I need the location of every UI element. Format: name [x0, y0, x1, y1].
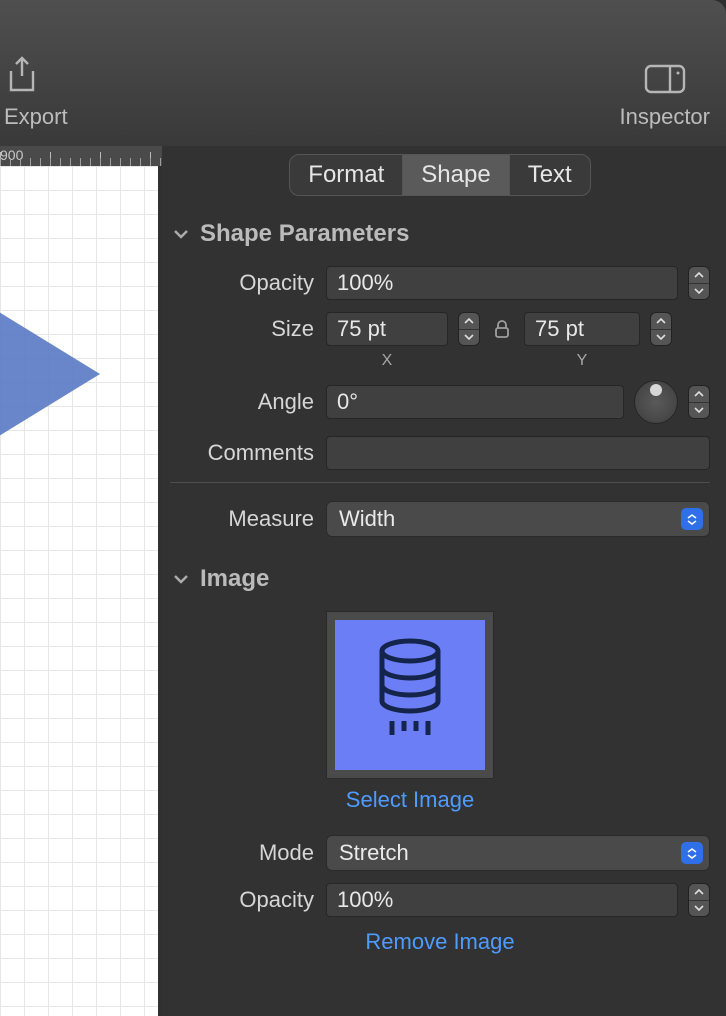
image-title: Image	[200, 565, 269, 593]
select-image-button[interactable]: Select Image	[326, 787, 494, 813]
angle-field[interactable]: 0°	[326, 385, 624, 419]
export-icon	[4, 56, 40, 94]
shape-params-title: Shape Parameters	[200, 220, 409, 248]
measure-label: Measure	[170, 506, 326, 532]
opacity-stepper[interactable]	[688, 266, 710, 300]
size-y-field[interactable]: 75 pt	[524, 312, 640, 346]
angle-label: Angle	[170, 389, 326, 415]
export-label: Export	[4, 104, 68, 130]
image-opacity-field[interactable]: 100%	[326, 883, 678, 917]
ruler-ticks-minor	[0, 158, 162, 166]
axis-y-label: Y	[524, 352, 640, 370]
stepper-up-icon[interactable]	[459, 313, 479, 330]
inspector-label: Inspector	[620, 104, 711, 130]
stepper-down-icon[interactable]	[459, 330, 479, 346]
row-image-opacity: Opacity 100%	[170, 883, 710, 917]
image-well[interactable]	[326, 611, 494, 779]
measure-value: Width	[339, 506, 395, 532]
divider	[170, 482, 710, 483]
select-arrows-icon	[681, 842, 703, 864]
image-mode-value: Stretch	[339, 840, 409, 866]
chevron-down-icon	[172, 570, 190, 588]
size-x-stepper[interactable]	[458, 312, 480, 346]
lock-icon[interactable]	[490, 319, 514, 339]
canvas-column: 900	[0, 146, 162, 1016]
export-button[interactable]: Export	[0, 56, 68, 130]
size-y-stepper[interactable]	[650, 312, 672, 346]
inspector-icon	[644, 64, 686, 94]
row-angle: Angle 0°	[170, 380, 710, 424]
ruler[interactable]: 900	[0, 146, 162, 166]
image-preview	[335, 620, 485, 770]
axis-x-label: X	[326, 352, 448, 370]
image-opacity-stepper[interactable]	[688, 883, 710, 917]
inspector-panel: Format Shape Text Shape Parameters Opaci…	[162, 146, 726, 1016]
remove-image-button[interactable]: Remove Image	[170, 929, 710, 955]
angle-dial[interactable]	[634, 380, 678, 424]
row-image-mode: Mode Stretch	[170, 835, 710, 871]
image-mode-select[interactable]: Stretch	[326, 835, 710, 871]
size-label: Size	[170, 316, 326, 342]
comments-label: Comments	[170, 440, 326, 466]
stepper-down-icon[interactable]	[689, 901, 709, 917]
section-shape-parameters: Shape Parameters Opacity 100% Size 75 pt	[170, 220, 710, 537]
stepper-up-icon[interactable]	[689, 386, 709, 403]
select-arrows-icon	[681, 508, 703, 530]
measure-select[interactable]: Width	[326, 501, 710, 537]
database-icon	[364, 635, 456, 755]
tab-format[interactable]: Format	[290, 155, 403, 195]
stepper-up-icon[interactable]	[651, 313, 671, 330]
row-comments: Comments	[170, 436, 710, 470]
comments-field[interactable]	[326, 436, 710, 470]
row-measure: Measure Width	[170, 501, 710, 537]
chevron-down-icon	[172, 225, 190, 243]
shape-params-header[interactable]: Shape Parameters	[172, 220, 710, 248]
tab-shape[interactable]: Shape	[403, 155, 509, 195]
toolbar: Export Inspector	[0, 0, 726, 146]
angle-stepper[interactable]	[688, 385, 710, 419]
stepper-up-icon[interactable]	[689, 884, 709, 901]
stepper-down-icon[interactable]	[689, 284, 709, 300]
size-axis-labels: X Y	[326, 352, 710, 370]
stepper-down-icon[interactable]	[651, 330, 671, 346]
stepper-down-icon[interactable]	[689, 403, 709, 419]
tab-text[interactable]: Text	[510, 155, 590, 195]
opacity-label: Opacity	[170, 270, 326, 296]
opacity-field[interactable]: 100%	[326, 266, 678, 300]
image-mode-label: Mode	[170, 840, 326, 866]
inspector-tabs: Format Shape Text	[289, 154, 590, 196]
inspector-button[interactable]: Inspector	[620, 64, 711, 130]
main-area: 900 Format Shape Text Shape Parameters O…	[0, 146, 726, 1016]
section-image: Image	[170, 565, 710, 955]
size-x-field[interactable]: 75 pt	[326, 312, 448, 346]
image-header[interactable]: Image	[172, 565, 710, 593]
shape-triangle[interactable]	[0, 282, 100, 466]
row-size: Size 75 pt 75 pt	[170, 312, 710, 346]
row-opacity: Opacity 100%	[170, 266, 710, 300]
image-opacity-label: Opacity	[170, 887, 326, 913]
canvas[interactable]	[0, 166, 162, 1016]
stepper-up-icon[interactable]	[689, 267, 709, 284]
